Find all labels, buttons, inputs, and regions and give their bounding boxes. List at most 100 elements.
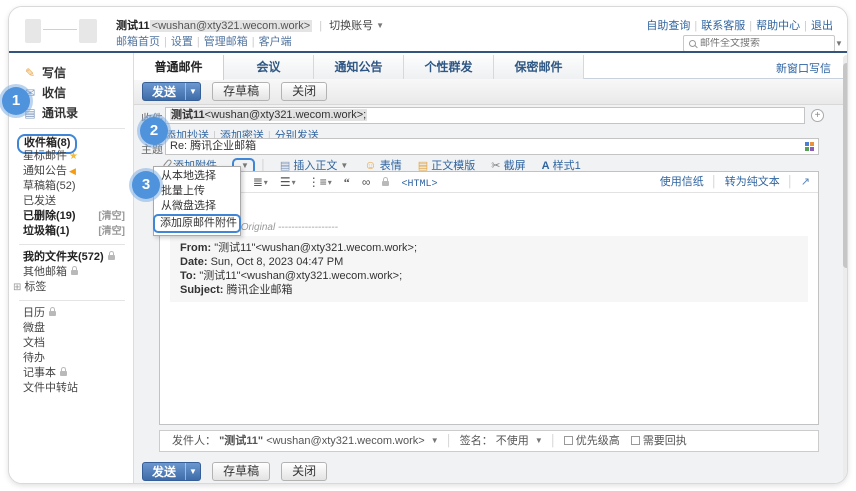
quote-from-line: From: "测试11"<wushan@xty321.wecom.work>; [180, 241, 798, 255]
sidebar-item-deleted[interactable]: 已删除(19)[清空] [23, 209, 133, 224]
sidebar-item-drafts[interactable]: 草稿箱(52) [23, 179, 133, 194]
nav-mail-home[interactable]: 邮箱首页 [116, 36, 160, 48]
save-draft-button[interactable]: 存草稿 [212, 82, 270, 101]
attachment-chevron-icon[interactable]: ▼ [241, 161, 249, 170]
search-input[interactable] [700, 38, 832, 49]
switch-account-link[interactable]: 切换账号 [329, 20, 373, 32]
sidebar-item-other-mailbox[interactable]: 其他邮箱 [23, 265, 133, 280]
menu-item-add-original-attachment[interactable]: 添加原邮件附件 [153, 214, 241, 233]
add-contact-icon[interactable]: + [811, 109, 824, 122]
nav-client[interactable]: 客户端 [259, 36, 292, 48]
scrollbar-track[interactable] [843, 55, 848, 482]
to-input[interactable]: 测试11<wushan@xty321.wecom.work>; [165, 107, 805, 124]
self-query-link[interactable]: 自助查询 [646, 20, 690, 32]
quote-date-line: Date: Sun, Oct 8, 2023 04:47 PM [180, 255, 798, 269]
tab-meeting[interactable]: 会议 [224, 55, 314, 79]
sidebar-item-starred[interactable]: 星标邮件★ [23, 149, 133, 164]
tab-announcement[interactable]: 通知公告 [314, 55, 404, 79]
sidebar-item-spam[interactable]: 垃圾箱(1)[清空] [23, 224, 133, 239]
empty-deleted-link[interactable]: [清空] [98, 209, 125, 224]
recipient-chip[interactable]: 测试11<wushan@xty321.wecom.work>; [170, 109, 367, 121]
signature-chevron-icon[interactable]: ▼ [535, 431, 543, 451]
receipt-checkbox[interactable] [631, 436, 640, 445]
contact-support-link[interactable]: 联系客服 [701, 20, 745, 32]
editor-area[interactable]: TT▾ A▾ ▦▾ ≣▾ ☰▾ ⋮≡▾ “ ∞ <HTML> 使用信纸 │ 转为… [159, 171, 819, 425]
close-button[interactable]: 关闭 [281, 82, 327, 101]
menu-item-batch-upload[interactable]: 批量上传 [154, 184, 240, 199]
divider [19, 244, 125, 245]
from-email: <wushan@xty321.wecom.work> [266, 435, 425, 447]
divider [19, 128, 125, 129]
tab-personalized-mass-send[interactable]: 个性群发 [404, 55, 494, 79]
to-plain-text-link[interactable]: 转为纯文本 [725, 176, 780, 188]
sidebar-item-notes[interactable]: 记事本 [23, 366, 133, 381]
sidebar-item-tags[interactable]: ⊞标签 [13, 280, 133, 295]
subject-input[interactable]: Re: 腾讯企业邮箱 [165, 138, 819, 155]
sidebar-item-drive[interactable]: 微盘 [23, 321, 133, 336]
bottom-action-bar: 发送▼ 存草稿 关闭 [142, 462, 327, 481]
divider [19, 300, 125, 301]
sidebar: ✎写信 ✉收信 ▤通讯录 收件箱(8) 星标邮件★ 通知公告◀ 草稿箱(52) … [9, 53, 134, 483]
expand-icon[interactable]: ⊞ [13, 282, 21, 293]
menu-item-from-drive[interactable]: 从微盘选择 [154, 199, 240, 214]
from-chevron-icon[interactable]: ▼ [431, 431, 439, 451]
nav-manage-mail[interactable]: 管理邮箱 [204, 36, 248, 48]
nav-settings[interactable]: 设置 [171, 36, 193, 48]
sidebar-item-my-folders[interactable]: 我的文件夹(572) [23, 250, 133, 265]
horn-icon: ◀ [69, 166, 76, 176]
quote-button[interactable]: “ [344, 175, 350, 189]
logout-link[interactable]: 退出 [811, 20, 833, 32]
help-center-link[interactable]: 帮助中心 [756, 20, 800, 32]
step-2-annotation: 2 [140, 117, 168, 145]
search-scope-chevron-icon[interactable]: ▼ [835, 39, 843, 48]
star-icon: ★ [69, 151, 78, 162]
tab-normal-mail[interactable]: 普通邮件 [134, 55, 224, 80]
receive-button[interactable]: ✉收信 [23, 83, 133, 103]
sidebar-item-sent[interactable]: 已发送 [23, 194, 133, 209]
scrollbar-thumb[interactable] [843, 63, 848, 268]
tab-confidential-mail[interactable]: 保密邮件 [494, 55, 584, 79]
send-options-chevron-icon[interactable]: ▼ [185, 463, 200, 480]
save-draft-button-bottom[interactable]: 存草稿 [212, 462, 270, 481]
expand-editor-icon[interactable]: ↗ [801, 176, 810, 188]
account-info: 测试11<wushan@xty321.wecom.work> | 切换账号▼ [116, 17, 384, 33]
sidebar-item-docs[interactable]: 文档 [23, 336, 133, 351]
close-button-bottom[interactable]: 关闭 [281, 462, 327, 481]
priority-checkbox[interactable] [564, 436, 573, 445]
compose-button[interactable]: ✎写信 [23, 63, 133, 83]
lock-button[interactable] [382, 175, 389, 189]
logo-scribble [43, 29, 77, 30]
send-options-chevron-icon[interactable]: ▼ [185, 83, 200, 100]
quote-subject-line: Subject: 腾讯企业邮箱 [180, 283, 798, 297]
header: 测试11<wushan@xty321.wecom.work> | 切换账号▼ 邮… [9, 7, 847, 51]
priority-label: 优先级高 [576, 435, 620, 447]
sidebar-item-calendar[interactable]: 日历 [23, 306, 133, 321]
mail-app-window: 测试11<wushan@xty321.wecom.work> | 切换账号▼ 邮… [8, 6, 848, 484]
sidebar-item-announcements[interactable]: 通知公告◀ [23, 164, 133, 179]
mail-search-box[interactable]: ▼ [683, 35, 835, 52]
link-button[interactable]: ∞ [362, 175, 371, 189]
list-button[interactable]: ☰▾ [280, 175, 296, 189]
quote-to-line: To: "测试11"<wushan@xty321.wecom.work>; [180, 269, 798, 283]
signature-value[interactable]: 不使用 [496, 435, 529, 447]
send-button-bottom[interactable]: 发送▼ [142, 462, 201, 481]
send-button[interactable]: 发送▼ [142, 82, 201, 101]
sidebar-item-todo[interactable]: 待办 [23, 351, 133, 366]
align-button[interactable]: ≣▾ [253, 175, 268, 189]
attachment-dropdown-menu: 从本地选择 批量上传 从微盘选择 添加原邮件附件 [153, 166, 241, 236]
page: 测试11<wushan@xty321.wecom.work> | 切换账号▼ 邮… [0, 0, 856, 491]
empty-spam-link[interactable]: [清空] [98, 224, 125, 239]
new-window-compose-link[interactable]: 新窗口写信 [776, 60, 831, 76]
sidebar-item-inbox[interactable]: 收件箱(8) [23, 134, 133, 149]
quoted-message: From: "测试11"<wushan@xty321.wecom.work>; … [170, 236, 808, 302]
indent-button[interactable]: ⋮≡▾ [308, 175, 332, 189]
account-email: <wushan@xty321.wecom.work> [150, 20, 313, 32]
header-divider [9, 51, 847, 53]
contacts-button[interactable]: ▤通讯录 [23, 103, 133, 123]
sidebar-item-file-transfer[interactable]: 文件中转站 [23, 381, 133, 396]
menu-item-local-select[interactable]: 从本地选择 [154, 169, 240, 184]
use-stationery-link[interactable]: 使用信纸 [660, 176, 704, 188]
html-mode-button[interactable]: <HTML> [402, 179, 438, 190]
lock-icon [71, 270, 78, 275]
label-grid-icon[interactable] [805, 142, 814, 151]
